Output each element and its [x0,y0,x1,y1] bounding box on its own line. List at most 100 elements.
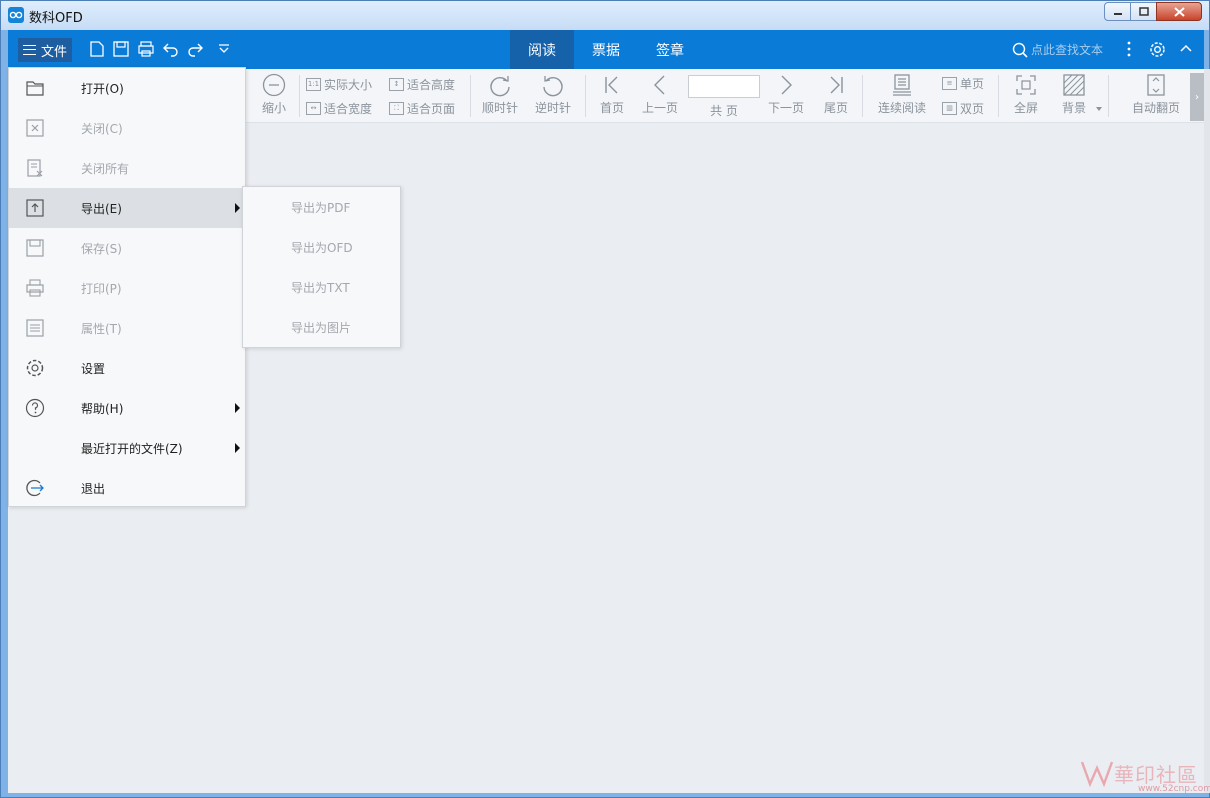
menu-item-properties[interactable]: 属性(T) [9,308,245,348]
export-pdf-item[interactable]: 导出为PDF [243,187,400,227]
fit-page-label: 适合页面 [407,102,456,116]
ribbon-separator [1108,75,1109,117]
menu-item-open[interactable]: 打开(O) [9,68,245,108]
zoom-out-icon [262,73,286,97]
page-number-input[interactable] [688,75,760,98]
actual-size-button[interactable]: 1:1 实际大小 [306,76,372,93]
search-icon [1012,42,1028,58]
rotate-counterclockwise-button[interactable]: 逆时针 [533,73,573,116]
background-dropdown-icon[interactable] [1096,107,1102,112]
menu-item-open-label: 打开(O) [81,81,124,96]
ribbon-separator [470,75,471,117]
menu-item-recent-files[interactable]: 最近打开的文件(Z) [9,428,245,468]
double-page-button[interactable]: ▥ 双页 [942,100,984,117]
submenu-arrow-icon [235,203,240,213]
rotate-clockwise-icon [490,76,510,97]
zoom-out-label: 缩小 [261,101,286,115]
fit-height-icon: ↕ [389,78,404,91]
properties-icon [26,319,44,337]
exit-icon [26,479,44,497]
new-file-icon[interactable] [88,40,106,58]
settings-gear-icon[interactable] [1149,41,1166,58]
fit-height-button[interactable]: ↕ 适合高度 [389,76,455,93]
tab-signature[interactable]: 签章 [638,30,702,69]
export-ofd-item[interactable]: 导出为OFD [243,227,400,267]
submenu-arrow-icon [235,403,240,413]
menu-item-close[interactable]: 关闭(C) [9,108,245,148]
fit-width-icon: ↔ [306,102,321,115]
background-pattern-icon [1063,74,1085,96]
file-menu-button[interactable]: 文件 [18,38,72,62]
double-page-label: 双页 [960,102,985,116]
print-icon [26,279,44,297]
continuous-reading-label: 连续阅读 [877,101,926,115]
zoom-out-button[interactable]: 缩小 [256,73,292,116]
save-icon [26,239,44,257]
next-page-icon [781,75,792,95]
maximize-button[interactable] [1130,2,1157,21]
undo-icon[interactable] [162,40,180,58]
menu-item-help[interactable]: 帮助(H) [9,388,245,428]
export-image-item[interactable]: 导出为图片 [243,307,400,347]
customize-dropdown-icon[interactable] [218,42,230,56]
print-icon[interactable] [137,40,155,58]
continuous-reading-button[interactable]: 连续阅读 [874,73,930,116]
fit-page-button[interactable]: ⛶ 适合页面 [389,100,455,117]
watermark: 華印社區 www.52cnp.com [1080,758,1210,794]
double-page-icon: ▥ [942,102,957,115]
menu-item-export[interactable]: 导出(E) [9,188,245,228]
vertical-scrollbar[interactable] [1204,69,1210,793]
single-page-button[interactable]: ≡ 单页 [942,75,984,92]
fit-height-label: 适合高度 [407,78,456,92]
collapse-ribbon-icon[interactable] [1180,44,1192,52]
watermark-url: www.52cnp.com [1138,784,1210,794]
fit-width-label: 适合宽度 [324,102,373,116]
auto-flip-button[interactable]: 自动翻页 [1130,73,1182,116]
total-pages-label: 共 页 [710,104,738,118]
previous-page-button[interactable]: 上一页 [640,73,680,116]
menu-item-help-label: 帮助(H) [81,401,124,416]
menu-item-print[interactable]: 打印(P) [9,268,245,308]
minimize-icon [1113,12,1122,15]
background-button[interactable]: 背景 [1056,73,1092,116]
app-logo-icon [8,7,24,23]
menu-item-recent-files-label: 最近打开的文件(Z) [81,441,183,456]
last-page-label: 尾页 [823,101,848,115]
last-page-button[interactable]: 尾页 [818,73,854,116]
more-options-icon[interactable] [1126,41,1132,57]
fit-width-button[interactable]: ↔ 适合宽度 [306,100,372,117]
close-all-icon [27,159,43,177]
ribbon-tabs: 阅读 票据 签章 [510,30,702,69]
fullscreen-button[interactable]: 全屏 [1008,73,1044,116]
help-icon [25,398,45,418]
title-bar: 数科OFD [1,1,1209,30]
single-page-icon: ≡ [942,77,957,90]
minimize-button[interactable] [1104,2,1131,21]
rotate-counterclockwise-icon [543,76,563,97]
search-box[interactable]: 点此查找文本 [1012,41,1103,58]
menu-item-exit[interactable]: 退出 [9,468,245,508]
menu-item-close-all[interactable]: 关闭所有 [9,148,245,188]
menu-item-close-all-label: 关闭所有 [81,161,130,176]
single-page-label: 单页 [960,77,985,91]
ribbon-separator [585,75,586,117]
next-page-button[interactable]: 下一页 [766,73,806,116]
save-icon[interactable] [112,40,130,58]
window-title: 数科OFD [29,11,83,26]
first-page-button[interactable]: 首页 [594,73,630,116]
export-txt-item[interactable]: 导出为TXT [243,267,400,307]
actual-size-icon: 1:1 [306,78,321,91]
close-window-button[interactable] [1156,2,1202,21]
tab-read[interactable]: 阅读 [510,30,574,69]
menu-item-settings[interactable]: 设置 [9,348,245,388]
menu-item-export-label: 导出(E) [81,201,122,216]
ribbon-scroll-right-button[interactable]: › [1190,73,1204,121]
menu-item-print-label: 打印(P) [81,281,122,296]
rotate-clockwise-button[interactable]: 顺时针 [480,73,520,116]
tab-invoice[interactable]: 票据 [574,30,638,69]
menu-item-close-label: 关闭(C) [81,121,123,136]
menu-item-save[interactable]: 保存(S) [9,228,245,268]
redo-icon[interactable] [186,40,204,58]
auto-flip-icon [1147,74,1165,96]
file-menu: 打开(O) 关闭(C) 关闭所有 导出(E) 保存(S) 打印(P) 属性(T)… [8,67,246,507]
